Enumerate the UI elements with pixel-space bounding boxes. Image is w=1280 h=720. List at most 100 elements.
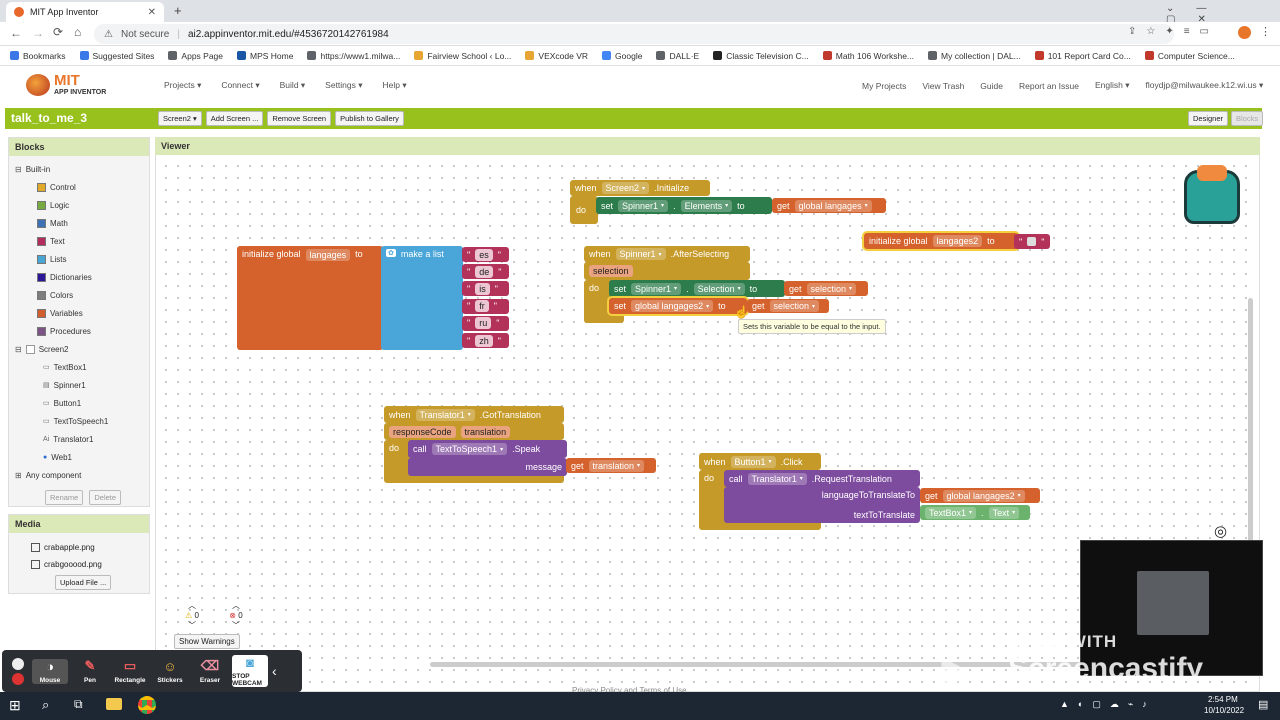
event-screen2-initialize[interactable]: when Screen2 ▾ .Initialize (570, 180, 710, 196)
bookmark-item[interactable]: Fairview School ‹ Lo... (414, 51, 511, 61)
empty-text-block[interactable]: " " (1014, 234, 1050, 249)
recorder-tool[interactable]: ☺ Stickers (152, 659, 188, 684)
component-dropdown[interactable]: Spinner1 ▾ (615, 248, 666, 260)
text-value[interactable]: de (475, 265, 494, 278)
app-menu-item[interactable]: Settings ▾ (325, 80, 362, 91)
app-right-link[interactable]: My Projects (862, 81, 906, 91)
text-literal-block[interactable]: " de " (462, 264, 509, 280)
builtin-drawer-item[interactable]: Logic (37, 196, 145, 214)
profile-avatar[interactable] (1238, 26, 1251, 39)
event-translator-gottranslation[interactable]: when Translator1 ▾ .GotTranslation (384, 406, 564, 423)
app-right-link[interactable]: View Trash (922, 81, 964, 91)
text-value[interactable]: ru (475, 317, 492, 330)
bookmark-item[interactable]: My collection | DAL... (928, 51, 1021, 61)
component-dropdown[interactable]: Button1 ▾ (730, 455, 776, 468)
bookmark-item[interactable]: VEXcode VR (525, 51, 588, 61)
builtin-drawer-item[interactable]: Variables (37, 304, 145, 322)
variable-name-field[interactable]: langages2 (932, 235, 983, 247)
tray-icons[interactable]: ▲◐▢☁⌁♪ (1060, 699, 1156, 710)
rename-button[interactable]: Rename (45, 489, 84, 505)
component-dropdown[interactable]: Spinner1 ▾ (631, 282, 682, 295)
reload-icon[interactable]: ⟳ (53, 25, 63, 39)
record-icon[interactable] (12, 672, 24, 685)
publish-button[interactable]: Publish to Gallery (335, 111, 404, 126)
tree-screen2[interactable]: ⊟ Screen2 (15, 340, 145, 358)
param-responsecode[interactable]: responseCode (389, 425, 456, 438)
param-translation[interactable]: translation (460, 425, 511, 438)
tree-any-component[interactable]: ⊞ Any component (15, 466, 145, 484)
component-dropdown[interactable]: TextBox1 ▾ (925, 506, 977, 519)
pause-icon[interactable] (12, 657, 24, 670)
event-button-click[interactable]: when Button1 ▾ .Click (699, 453, 821, 470)
text-literal-block[interactable]: " ru " (462, 315, 509, 331)
textbox1-text-getter[interactable]: TextBox1 ▾ . Text ▾ (920, 505, 1030, 520)
recorder-tool[interactable]: ◑ Mouse (32, 658, 68, 684)
builtin-drawer-item[interactable]: Colors (37, 286, 145, 304)
bookmark-item[interactable]: Google (602, 51, 642, 61)
remove-screen-button[interactable]: Remove Screen (267, 111, 332, 126)
recorder-tool[interactable]: ◙ STOP WEBCAM (232, 655, 268, 687)
app-menu-item[interactable]: Projects ▾ (164, 80, 201, 91)
component-dropdown[interactable]: TextToSpeech1 ▾ (431, 443, 508, 455)
recorder-tool[interactable]: ⌫ Eraser (192, 658, 228, 684)
backpack-icon[interactable] (1184, 165, 1240, 224)
recorder-tool[interactable]: ✎ Pen (72, 658, 108, 684)
component-item[interactable]: ▭ TextToSpeech1 (43, 412, 145, 430)
event-spinner-afterselecting[interactable]: when Spinner1 ▾ .AfterSelecting (584, 246, 750, 262)
bookmark-item[interactable]: Apps Page (168, 51, 223, 61)
component-item[interactable]: ● Web1 (43, 448, 145, 466)
bookmark-item[interactable]: https://www1.milwa... (307, 51, 400, 61)
browser-tab[interactable]: MIT App Inventor ✕ (6, 2, 164, 22)
bookmark-item[interactable]: Math 106 Workshe... (822, 51, 914, 61)
variable-dropdown[interactable]: global langages2 ▾ (631, 300, 714, 312)
text-literal-block[interactable]: " fr " (462, 298, 509, 314)
collapse-toolbar-icon[interactable]: ‹ (272, 663, 277, 679)
app-right-link[interactable]: floydjp@milwaukee.k12.wi.us ▾ (1146, 80, 1264, 91)
designer-button[interactable]: Designer (1188, 111, 1229, 126)
notifications-icon[interactable]: ▤ (1258, 698, 1268, 711)
builtin-drawer-item[interactable]: Text (37, 232, 145, 250)
variable-dropdown[interactable]: translation ▾ (588, 459, 645, 472)
collapse-icon[interactable]: ⊟ (15, 165, 22, 174)
app-logo[interactable]: MIT APP INVENTOR (26, 72, 116, 100)
close-tab-icon[interactable]: ✕ (148, 7, 156, 18)
browser-menu-icon[interactable]: ⋮ (1260, 25, 1271, 38)
chevron-down-icon[interactable]: ﹀ (182, 620, 202, 631)
text-value[interactable]: zh (475, 334, 493, 347)
text-literal-block[interactable]: " es " (462, 247, 509, 262)
tree-builtin[interactable]: ⊟ Built-in (15, 160, 145, 178)
text-value[interactable]: es (475, 248, 493, 261)
chevron-down-icon[interactable]: ﹀ (226, 620, 246, 631)
bookmark-item[interactable]: Bookmarks (10, 51, 66, 61)
component-dropdown[interactable]: Translator1 ▾ (747, 472, 807, 485)
call-tts-speak[interactable]: call TextToSpeech1 ▾ .Speak (408, 440, 567, 458)
show-warnings-button[interactable]: Show Warnings (174, 634, 240, 649)
init-global-langages2[interactable]: initialize global langages2 to (864, 233, 1018, 249)
chrome-icon[interactable] (138, 696, 156, 714)
call-translator-request[interactable]: call Translator1 ▾ .RequestTranslation (724, 470, 920, 487)
variable-dropdown[interactable]: global langages ▾ (794, 199, 872, 212)
component-item[interactable]: ▭ Button1 (43, 394, 145, 412)
bookmark-item[interactable]: 101 Report Card Co... (1034, 51, 1131, 61)
bookmark-item[interactable]: Classic Television C... (713, 51, 809, 61)
text-value[interactable]: fr (475, 300, 489, 313)
gear-icon[interactable]: ✿ (386, 249, 396, 257)
media-file-item[interactable]: crabgooood.png (31, 556, 149, 573)
app-right-link[interactable]: English ▾ (1095, 80, 1130, 91)
pause-record-control[interactable] (8, 657, 28, 685)
component-dropdown[interactable]: Translator1 ▾ (415, 408, 475, 421)
new-tab-icon[interactable]: + (174, 3, 182, 18)
app-menu-item[interactable]: Help ▾ (383, 80, 407, 91)
property-dropdown[interactable]: Elements ▾ (680, 199, 733, 212)
text-value[interactable]: is (475, 282, 490, 295)
make-a-list-block[interactable]: ✿ make a list (381, 246, 463, 350)
text-literal-block[interactable]: " zh " (462, 333, 509, 348)
app-right-link[interactable]: Report an Issue (1019, 81, 1079, 91)
bookmark-item[interactable]: MPS Home (237, 51, 293, 61)
warning-indicator[interactable]: ︿ ⚠ 0 ﹀ (182, 600, 202, 631)
init-global-langages[interactable]: initialize global langages to (237, 246, 383, 350)
app-right-link[interactable]: Guide (980, 81, 1003, 91)
get-global-langages[interactable]: get global langages ▾ (772, 198, 886, 213)
get-global-langages2[interactable]: get global langages2 ▾ (920, 488, 1040, 503)
extensions-icons[interactable]: ⇪☆✦≡▭ (1128, 26, 1219, 37)
